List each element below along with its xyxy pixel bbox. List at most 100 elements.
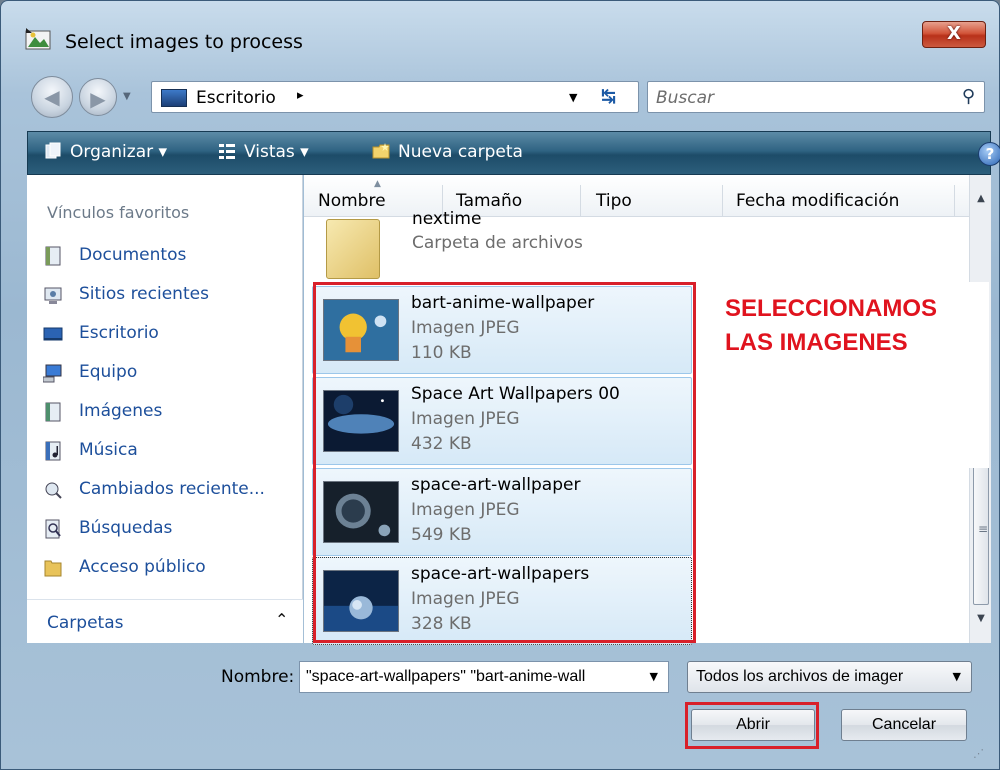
views-button[interactable]: Vistas ▾ bbox=[218, 142, 309, 162]
folder-item[interactable]: nextime Carpeta de archivos bbox=[322, 209, 962, 283]
scrollbar-thumb[interactable]: ≡ bbox=[973, 455, 989, 605]
sidebar-item-label: Cambiados reciente... bbox=[79, 479, 265, 499]
image-thumbnail bbox=[323, 481, 399, 543]
column-header-size[interactable]: Tamaño bbox=[456, 191, 522, 211]
navigation-pane: Vínculos favoritos Documentos Sitios rec… bbox=[27, 175, 303, 643]
file-type: Imagen JPEG bbox=[411, 409, 520, 429]
forward-button[interactable]: ▶ bbox=[79, 78, 117, 116]
filename-field[interactable]: "space-art-wallpapers" "bart-anime-wall … bbox=[299, 661, 669, 693]
column-divider[interactable] bbox=[580, 185, 581, 217]
file-name: bart-anime-wallpaper bbox=[411, 293, 595, 313]
folders-label: Carpetas bbox=[47, 613, 124, 633]
desktop-icon bbox=[43, 327, 63, 341]
chevron-down-icon[interactable]: ▼ bbox=[953, 670, 961, 683]
history-dropdown-icon[interactable]: ▼ bbox=[123, 91, 131, 102]
documents-icon bbox=[45, 246, 61, 266]
sidebar-item-label: Música bbox=[79, 440, 138, 460]
sidebar-item-label: Sitios recientes bbox=[79, 284, 209, 304]
new-folder-button[interactable]: Nueva carpeta bbox=[372, 142, 523, 162]
recent-places-icon bbox=[44, 287, 62, 304]
annotation-line: LAS IMAGENES bbox=[725, 329, 908, 356]
column-header-name[interactable]: Nombre bbox=[318, 191, 386, 211]
open-button[interactable]: Abrir bbox=[691, 709, 815, 741]
cancel-button[interactable]: Cancelar bbox=[841, 709, 967, 741]
address-location[interactable]: Escritorio bbox=[196, 88, 276, 108]
column-divider[interactable] bbox=[722, 185, 723, 217]
filename-label: Nombre: bbox=[221, 667, 295, 687]
folder-name: nextime bbox=[412, 209, 482, 225]
filename-value[interactable]: "space-art-wallpapers" "bart-anime-wall bbox=[306, 668, 636, 686]
sort-ascending-icon: ▲ bbox=[374, 179, 381, 189]
file-size: 110 KB bbox=[411, 343, 472, 363]
search-placeholder: Buscar bbox=[656, 88, 715, 108]
image-thumbnail bbox=[323, 299, 399, 361]
file-name: space-art-wallpaper bbox=[411, 475, 581, 495]
favorites-heading: Vínculos favoritos bbox=[47, 203, 190, 222]
search-input[interactable]: Buscar ⚲ bbox=[647, 81, 985, 113]
pictures-icon bbox=[45, 402, 61, 422]
file-item[interactable]: space-art-wallpaper Imagen JPEG 549 KB bbox=[312, 468, 692, 556]
image-thumbnail bbox=[323, 570, 399, 632]
command-bar: Organizar ▾ Vistas ▾ Nueva carpeta ? bbox=[27, 131, 1000, 175]
sidebar-item-label: Escritorio bbox=[79, 323, 159, 343]
title-bar: Select images to process X bbox=[1, 1, 1000, 65]
close-button[interactable]: X bbox=[922, 21, 986, 48]
file-item[interactable]: bart-anime-wallpaper Imagen JPEG 110 KB bbox=[312, 286, 692, 374]
sidebar-item-label: Acceso público bbox=[79, 557, 206, 577]
organize-label: Organizar ▾ bbox=[70, 142, 168, 162]
folder-type: Carpeta de archivos bbox=[412, 233, 583, 253]
column-header-date-modified[interactable]: Fecha modificación bbox=[736, 191, 899, 211]
help-icon[interactable]: ? bbox=[978, 142, 1000, 166]
file-type-filter-select[interactable]: Todos los archivos de imager ▼ bbox=[687, 661, 972, 693]
sidebar-item-label: Documentos bbox=[79, 245, 187, 265]
file-type: Imagen JPEG bbox=[411, 500, 520, 520]
address-bar[interactable]: Escritorio ▸ bbox=[151, 81, 639, 113]
breadcrumb-separator-icon[interactable]: ▸ bbox=[297, 88, 304, 103]
app-icon bbox=[25, 28, 51, 50]
annotation-callout: SELECCIONAMOS LAS IMAGENES bbox=[717, 282, 989, 468]
file-size: 432 KB bbox=[411, 434, 472, 454]
file-name: space-art-wallpapers bbox=[411, 564, 590, 584]
views-label: Vistas ▾ bbox=[244, 142, 309, 162]
organize-button[interactable]: Organizar ▾ bbox=[44, 142, 167, 162]
column-header-type[interactable]: Tipo bbox=[596, 191, 632, 211]
grip-icon: ≡ bbox=[978, 522, 989, 536]
forward-arrow-icon: ▶ bbox=[90, 87, 106, 111]
file-size: 549 KB bbox=[411, 525, 472, 545]
back-button[interactable]: ◀ bbox=[31, 76, 73, 118]
chevron-down-icon[interactable]: ▼ bbox=[650, 670, 658, 683]
chevron-up-icon[interactable]: ⌃ bbox=[275, 610, 288, 629]
file-item[interactable]: space-art-wallpapers Imagen JPEG 328 KB bbox=[312, 557, 692, 645]
file-type: Imagen JPEG bbox=[411, 318, 520, 338]
file-type: Imagen JPEG bbox=[411, 589, 520, 609]
search-icon[interactable]: ⚲ bbox=[962, 86, 975, 107]
sidebar-item-label: Búsquedas bbox=[79, 518, 173, 538]
column-headers: ▲ Nombre Tamaño Tipo Fecha modificación bbox=[304, 175, 969, 217]
file-item[interactable]: Space Art Wallpapers 00 Imagen JPEG 432 … bbox=[312, 377, 692, 465]
desktop-icon bbox=[161, 89, 187, 107]
organize-icon bbox=[45, 142, 61, 159]
file-open-dialog: Select images to process X ◀ ▶ ▼ Escrito… bbox=[0, 0, 1000, 770]
folder-icon bbox=[326, 219, 380, 279]
folders-toggle[interactable]: Carpetas ⌃ bbox=[27, 599, 303, 643]
file-size: 328 KB bbox=[411, 614, 472, 634]
image-thumbnail bbox=[323, 390, 399, 452]
new-folder-label: Nueva carpeta bbox=[398, 142, 523, 162]
scroll-up-icon[interactable]: ▲ bbox=[970, 193, 992, 204]
file-name: Space Art Wallpapers 00 bbox=[411, 384, 620, 404]
refresh-icon[interactable]: ↹ bbox=[601, 86, 616, 107]
public-folder-icon bbox=[44, 560, 62, 577]
window-title: Select images to process bbox=[65, 31, 303, 53]
sidebar-item-label: Imágenes bbox=[79, 401, 163, 421]
new-folder-icon bbox=[372, 143, 390, 159]
resize-grip-icon[interactable]: ⋰ bbox=[973, 747, 984, 760]
scroll-down-icon[interactable]: ▼ bbox=[970, 613, 992, 624]
file-type-filter-value: Todos los archivos de imager bbox=[696, 668, 904, 685]
column-divider[interactable] bbox=[954, 185, 955, 217]
music-icon bbox=[45, 441, 61, 461]
searches-icon bbox=[45, 519, 61, 539]
recently-changed-icon bbox=[45, 482, 62, 499]
views-icon bbox=[219, 144, 235, 159]
sidebar-item-label: Equipo bbox=[79, 362, 138, 382]
address-dropdown-icon[interactable]: ▼ bbox=[569, 91, 577, 104]
